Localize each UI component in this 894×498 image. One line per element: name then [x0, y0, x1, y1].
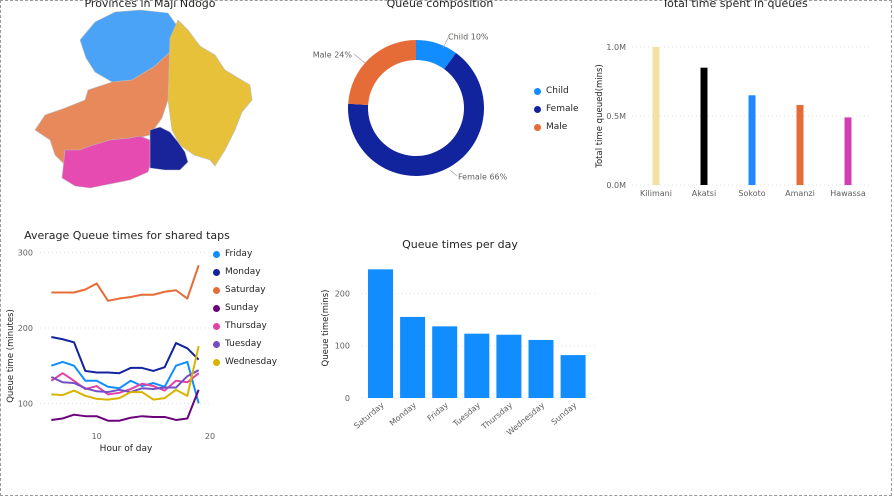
perday-xtick-tuesday: Tuesday — [451, 400, 483, 429]
legend-label-male: Male — [546, 122, 568, 132]
total-bar-sokoto[interactable] — [748, 95, 756, 185]
total-ytick-label: 0.0M — [606, 181, 626, 190]
donut-label-child: Child 10% — [448, 33, 489, 42]
per-day-panel[interactable]: Queue times per day 0 100 200 Queue time(mi… — [318, 236, 608, 436]
perday-xtick-friday: Friday — [426, 400, 451, 423]
legend-item-saturday[interactable]: Saturday — [213, 281, 277, 299]
legend-label-friday: Friday — [225, 249, 253, 259]
perday-bar-thursday[interactable] — [496, 334, 522, 398]
legend-label-saturday: Saturday — [225, 285, 266, 295]
province-akatsi-region[interactable] — [167, 19, 253, 167]
legend-label-tuesday: Tuesday — [225, 339, 262, 349]
total-bar-akatsi[interactable] — [700, 67, 708, 185]
donut-leader-male — [353, 53, 366, 64]
donut-leader-female — [449, 169, 458, 177]
perday-bar-tuesday[interactable] — [464, 333, 490, 398]
avg-xtick-label: 20 — [205, 432, 215, 441]
map-panel[interactable]: Provinces in Maji Ndogo — [20, 0, 280, 200]
avg-ytick-label: 100 — [18, 399, 33, 408]
legend-dot-wednesday — [213, 358, 220, 366]
donut-slice-male[interactable] — [348, 40, 416, 105]
legend-label-wednesday: Wednesday — [225, 357, 278, 367]
total-xtick-akatsi: Akatsi — [692, 189, 716, 198]
total-ytick-label: 1.0M — [606, 43, 626, 52]
legend-label-female: Female — [546, 104, 579, 114]
legend-dot-male — [534, 123, 541, 131]
perday-bar-saturday[interactable] — [368, 269, 393, 398]
avg-ytick-label: 300 — [18, 249, 33, 258]
total-time-panel[interactable]: Total time spent in queues 0.0M 0.5M 1.0M T… — [590, 0, 880, 205]
legend-dot-thursday — [213, 322, 220, 330]
perday-xtick-sunday: Sunday — [550, 400, 579, 426]
legend-item-wednesday[interactable]: Wednesday — [213, 353, 277, 371]
avg-queue-panel[interactable]: Average Queue times for shared taps 100 2… — [0, 228, 290, 458]
perday-bar-wednesday[interactable] — [528, 339, 554, 398]
donut-panel[interactable]: Queue composition Child 10% Female 66% Mal… — [290, 0, 590, 200]
perday-y-axis-label: Queue time(mins) — [321, 290, 331, 367]
total-bar-kilimani[interactable] — [652, 47, 660, 185]
avg-queue-legend: Friday Monday Saturday Sunday Thursday Tuesda… — [213, 245, 277, 371]
legend-dot-female — [534, 105, 541, 113]
legend-item-sunday[interactable]: Sunday — [213, 299, 277, 317]
avg-ytick-label: 200 — [18, 324, 33, 333]
legend-label-child: Child — [546, 86, 569, 96]
total-xtick-hawassa: Hawassa — [830, 189, 866, 198]
perday-bar-friday[interactable] — [432, 326, 458, 398]
legend-item-male[interactable]: Male — [534, 118, 579, 136]
perday-bar-sunday[interactable] — [560, 355, 586, 398]
avg-x-axis-label: Hour of day — [100, 444, 153, 454]
perday-ytick-label: 0 — [345, 394, 350, 403]
legend-dot-saturday — [213, 286, 220, 294]
donut-label-female: Female 66% — [458, 173, 508, 182]
avg-xtick-label: 10 — [92, 432, 102, 441]
legend-dot-friday — [213, 250, 220, 258]
per-day-chart-svg: 0 100 200 Queue time(mins) Saturday Monday Fri… — [321, 269, 598, 436]
legend-dot-tuesday — [213, 340, 220, 348]
legend-label-sunday: Sunday — [225, 303, 259, 313]
legend-dot-child — [534, 87, 541, 95]
total-bar-hawassa[interactable] — [844, 117, 852, 185]
legend-item-friday[interactable]: Friday — [213, 245, 277, 263]
legend-item-thursday[interactable]: Thursday — [213, 317, 277, 335]
total-y-axis-label: Total time queued(mins) — [595, 64, 605, 169]
total-time-chart-svg: 0.0M 0.5M 1.0M Total time queued(mins) Kilim… — [595, 43, 872, 198]
total-xtick-amanzi: Amanzi — [785, 189, 815, 198]
legend-dot-sunday — [213, 304, 220, 312]
legend-dot-monday — [213, 268, 220, 276]
perday-bar-monday[interactable] — [400, 316, 426, 398]
legend-item-child[interactable]: Child — [534, 82, 579, 100]
legend-item-monday[interactable]: Monday — [213, 263, 277, 281]
total-ytick-label: 0.5M — [606, 112, 626, 121]
map-svg — [34, 9, 253, 189]
total-xtick-sokoto: Sokoto — [738, 189, 765, 198]
total-xtick-kilimani: Kilimani — [640, 189, 672, 198]
perday-ytick-label: 100 — [335, 342, 350, 351]
legend-item-female[interactable]: Female — [534, 100, 579, 118]
avg-line-saturday[interactable] — [51, 265, 200, 302]
legend-label-monday: Monday — [225, 267, 261, 277]
avg-line-monday[interactable] — [51, 336, 200, 375]
legend-label-thursday: Thursday — [225, 321, 267, 331]
perday-xtick-saturday: Saturday — [352, 400, 386, 430]
perday-ytick-label: 200 — [335, 289, 350, 298]
avg-y-axis-label: Queue time (minutes) — [6, 309, 16, 403]
donut-label-male: Male 24% — [313, 51, 353, 60]
donut-legend: Child Female Male — [534, 82, 579, 136]
legend-item-tuesday[interactable]: Tuesday — [213, 335, 277, 353]
perday-xtick-monday: Monday — [388, 400, 418, 427]
total-bar-amanzi[interactable] — [796, 104, 804, 185]
